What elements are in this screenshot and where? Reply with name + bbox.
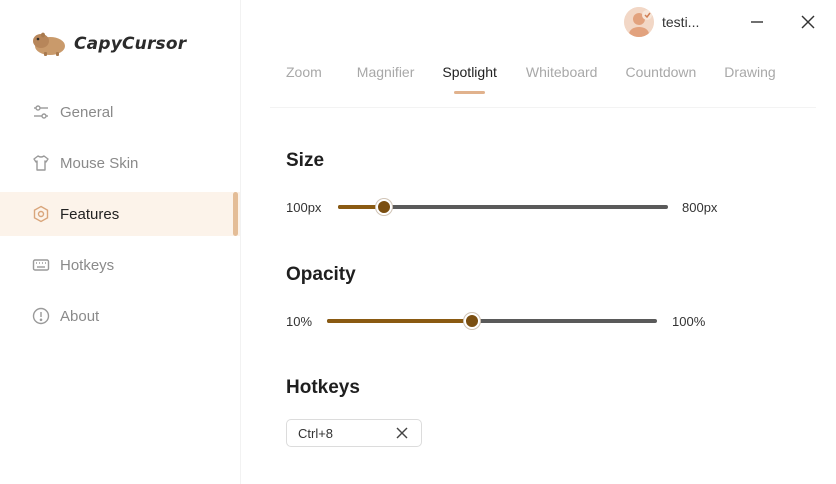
sidebar: CapyCursor General Mouse Skin Features H… [0, 0, 241, 484]
minimize-icon [751, 21, 763, 23]
close-button[interactable] [796, 10, 820, 34]
sidebar-item-label: Mouse Skin [60, 154, 139, 172]
sidebar-item-hotkeys[interactable]: Hotkeys [0, 243, 240, 287]
size-min-label: 100px [286, 200, 322, 215]
user-profile[interactable]: testi... [624, 7, 699, 37]
opacity-max-label: 100% [672, 314, 706, 329]
tab-whiteboard[interactable]: Whiteboard [526, 64, 598, 94]
avatar [624, 7, 654, 37]
tab-drawing[interactable]: Drawing [724, 64, 775, 94]
sliders-icon [32, 103, 50, 121]
tab-countdown[interactable]: Countdown [625, 64, 696, 94]
sidebar-nav: General Mouse Skin Features Hotkeys Abou… [0, 90, 240, 345]
username: testi... [662, 14, 700, 30]
tab-zoom[interactable]: Zoom [286, 64, 322, 94]
info-icon [32, 307, 50, 325]
close-icon [801, 15, 815, 29]
tshirt-icon [32, 154, 50, 172]
size-slider-thumb[interactable] [376, 199, 393, 215]
keyboard-icon [32, 256, 50, 274]
hotkey-input[interactable]: Ctrl+8 [286, 419, 422, 447]
tab-magnifier[interactable]: Magnifier [357, 64, 415, 94]
size-max-label: 800px [682, 200, 718, 215]
tab-divider [270, 107, 816, 108]
sidebar-item-features[interactable]: Features [0, 192, 240, 236]
sidebar-item-label: General [60, 103, 114, 121]
sidebar-item-label: Features [60, 205, 120, 223]
capybara-logo-icon [33, 32, 65, 56]
opacity-slider-thumb[interactable] [464, 313, 481, 329]
app-logo: CapyCursor [32, 30, 186, 58]
hexagon-icon [32, 205, 50, 223]
size-section-title: Size [286, 150, 325, 171]
sidebar-item-general[interactable]: General [0, 90, 240, 134]
opacity-slider[interactable] [327, 313, 657, 329]
hotkeys-section-title: Hotkeys [286, 377, 360, 398]
clear-x-icon[interactable] [395, 426, 409, 440]
sidebar-item-label: About [60, 307, 100, 325]
opacity-slider-fill [327, 319, 473, 323]
minimize-button[interactable] [745, 10, 769, 34]
size-slider[interactable] [338, 199, 668, 215]
opacity-section-title: Opacity [286, 264, 356, 285]
feature-tabs: Zoom Magnifier Spotlight Whiteboard Coun… [286, 64, 776, 94]
hotkey-value: Ctrl+8 [298, 425, 334, 441]
sidebar-item-about[interactable]: About [0, 294, 240, 338]
app-name: CapyCursor [74, 34, 187, 54]
opacity-min-label: 10% [286, 314, 313, 329]
sidebar-item-label: Hotkeys [60, 256, 115, 274]
tab-spotlight[interactable]: Spotlight [442, 64, 497, 94]
sidebar-item-mouse-skin[interactable]: Mouse Skin [0, 141, 240, 185]
